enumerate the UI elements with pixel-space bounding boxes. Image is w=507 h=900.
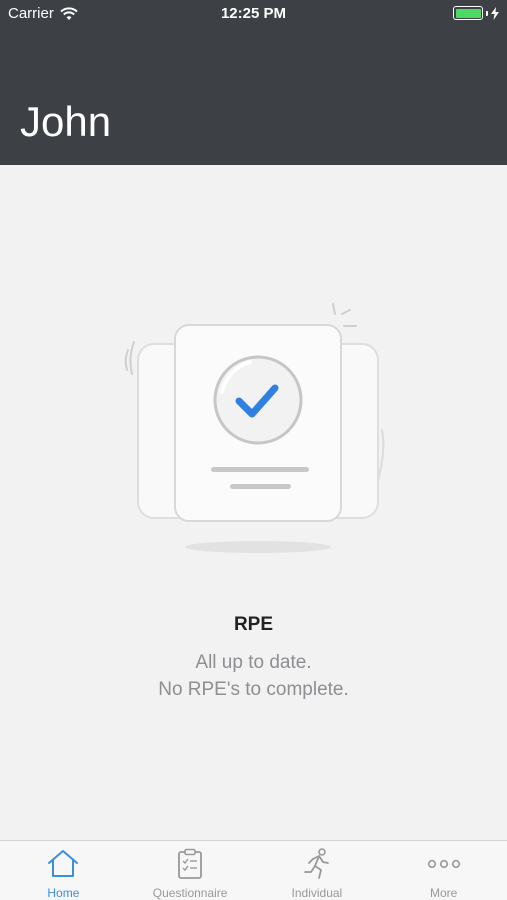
tab-individual-label: Individual (291, 886, 343, 900)
tab-home-label: Home (47, 886, 80, 900)
clock: 12:25 PM (220, 5, 287, 22)
checklist-done-illustration (124, 303, 385, 553)
battery-fill (455, 8, 481, 18)
battery-icon (453, 6, 483, 20)
tab-bar: Home Questionnaire Individual More (0, 840, 507, 900)
status-bar: Carrier 12:25 PM (0, 0, 507, 28)
tab-home[interactable]: Home (0, 841, 127, 900)
tab-questionnaire-label: Questionnaire (152, 886, 228, 900)
page-title: John (20, 98, 112, 145)
tab-more-label: More (429, 886, 458, 900)
header: Carrier 12:25 PM John (0, 0, 507, 165)
charging-bolt-icon (491, 6, 499, 20)
runner-icon (300, 848, 334, 880)
empty-state-title: RPE (233, 614, 274, 635)
empty-state-line-2: No RPE's to complete. (158, 679, 349, 700)
empty-state-message: All up to date. No RPE's to complete. (0, 649, 507, 703)
battery-indicator (453, 6, 499, 20)
more-dots-icon (427, 848, 461, 880)
clipboard-icon (173, 848, 207, 880)
home-icon (46, 848, 80, 880)
empty-state-line-1: All up to date. (195, 652, 312, 673)
tab-individual[interactable]: Individual (254, 841, 381, 900)
tab-questionnaire[interactable]: Questionnaire (127, 841, 254, 900)
tab-more[interactable]: More (380, 841, 507, 900)
